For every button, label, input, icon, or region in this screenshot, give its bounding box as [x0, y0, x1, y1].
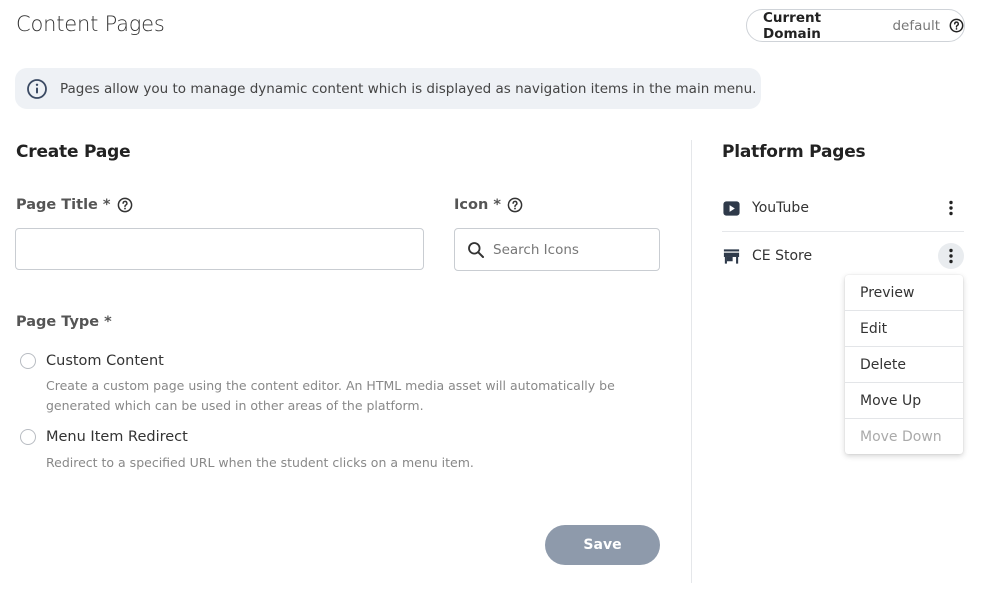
menu-item-move-down: Move Down — [860, 429, 942, 445]
youtube-icon — [722, 199, 741, 218]
page-title: Content Pages — [16, 12, 165, 36]
menu-item-redirect-description: Redirect to a specified URL when the stu… — [46, 455, 474, 470]
radio-button[interactable] — [20, 429, 36, 445]
current-domain-pill[interactable]: Current Domain default — [746, 9, 965, 42]
radio-button[interactable] — [20, 353, 36, 369]
page-title-input[interactable] — [15, 228, 424, 270]
store-icon — [722, 247, 741, 266]
info-banner: Pages allow you to manage dynamic conten… — [15, 68, 761, 109]
menu-item-edit[interactable]: Edit — [845, 311, 963, 347]
save-button[interactable]: Save — [545, 525, 660, 565]
info-message: Pages allow you to manage dynamic conten… — [60, 80, 757, 97]
radio-label: Custom Content — [46, 353, 164, 369]
menu-item-delete[interactable]: Delete — [845, 347, 963, 383]
search-icon — [467, 241, 485, 259]
custom-content-description: Create a custom page using the content e… — [46, 378, 615, 413]
help-icon[interactable] — [507, 197, 523, 213]
kebab-menu-icon[interactable] — [938, 243, 964, 269]
platform-item-youtube[interactable]: YouTube — [722, 184, 964, 232]
column-divider — [691, 140, 692, 583]
page-title-label: Page Title * — [16, 197, 133, 213]
platform-item-ce-store[interactable]: CE Store — [722, 232, 964, 280]
page-type-label: Page Type * — [16, 314, 112, 330]
platform-pages-heading: Platform Pages — [722, 142, 866, 162]
icon-search-input[interactable] — [493, 241, 643, 258]
page-title-label-text: Page Title * — [16, 197, 111, 213]
icon-label-text: Icon * — [454, 197, 501, 213]
help-icon[interactable] — [949, 18, 964, 33]
platform-item-label: CE Store — [752, 248, 813, 264]
menu-item-preview[interactable]: Preview — [845, 275, 963, 311]
current-domain-value: default — [892, 17, 940, 34]
radio-custom-content[interactable]: Custom Content — [20, 353, 164, 369]
radio-label: Menu Item Redirect — [46, 429, 188, 445]
icon-search-field[interactable] — [454, 228, 660, 271]
help-icon[interactable] — [117, 197, 133, 213]
item-actions-menu: Preview Edit Delete Move Up Move Down — [845, 275, 963, 454]
radio-menu-item-redirect[interactable]: Menu Item Redirect — [20, 429, 188, 445]
icon-label: Icon * — [454, 197, 523, 213]
info-icon — [26, 78, 48, 100]
platform-item-label: YouTube — [752, 200, 809, 216]
current-domain-label: Current Domain — [763, 9, 822, 42]
menu-item-move-up[interactable]: Move Up — [845, 383, 963, 419]
kebab-menu-icon[interactable] — [938, 195, 964, 221]
create-page-heading: Create Page — [16, 142, 131, 162]
